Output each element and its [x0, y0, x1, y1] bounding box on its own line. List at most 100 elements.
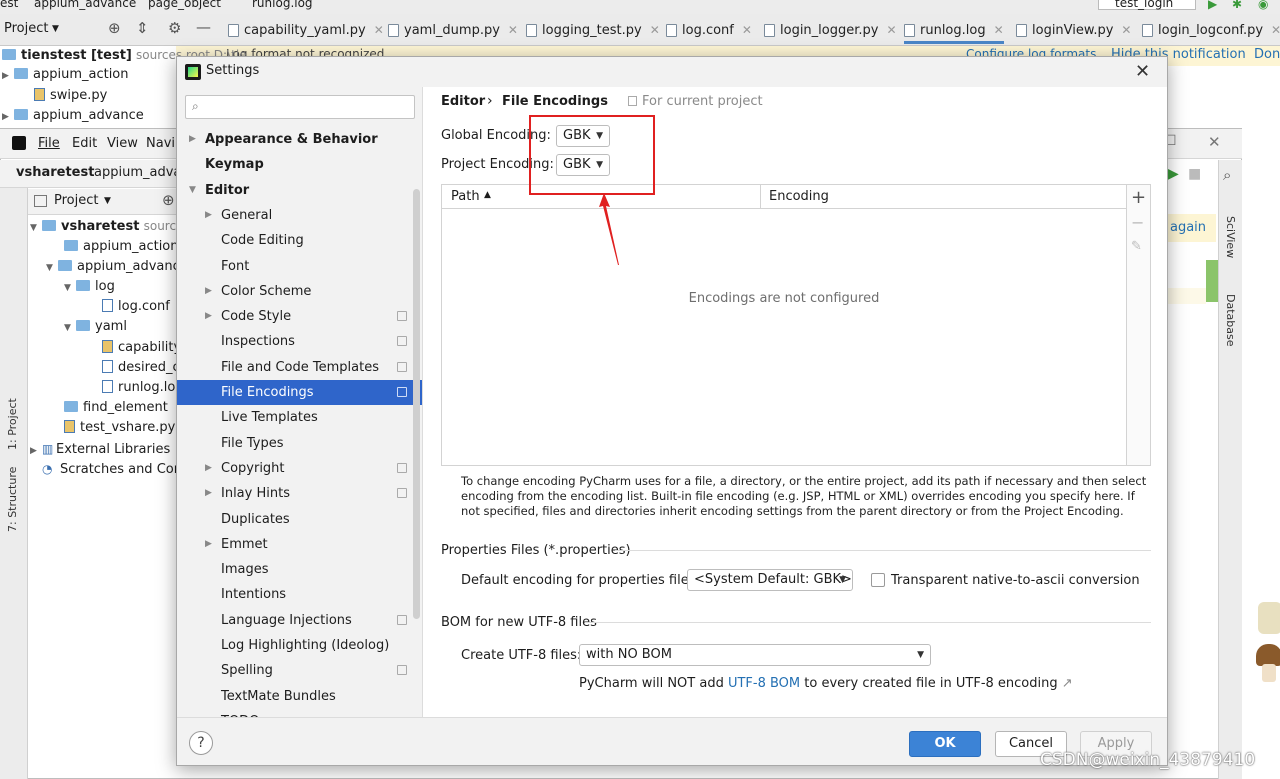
tree-item[interactable]: ▼ log — [64, 277, 115, 297]
create-utf8-select[interactable]: with NO BOM ▼ — [579, 644, 931, 666]
utf8-bom-link[interactable]: UTF-8 BOM — [728, 676, 800, 691]
sort-ascending-icon[interactable]: ▲ — [484, 190, 491, 200]
nav-item-duplicates[interactable]: Duplicates — [177, 507, 422, 532]
close-icon[interactable]: ✕ — [374, 23, 384, 37]
expand-icon[interactable]: ▶ — [205, 481, 212, 506]
coverage-icon[interactable]: ◉ — [1258, 0, 1268, 11]
nav-item-code-style[interactable]: ▶ Code Style — [177, 304, 422, 329]
path-column-header[interactable]: Path — [451, 189, 480, 204]
nav-item-copyright[interactable]: ▶ Copyright — [177, 456, 422, 481]
expand-icon[interactable]: ▶ — [189, 127, 196, 152]
close-icon[interactable]: ✕ — [650, 23, 660, 37]
crumb-0[interactable]: est — [0, 0, 18, 10]
close-icon[interactable]: ✕ — [742, 23, 752, 37]
remove-icon[interactable]: − — [1131, 213, 1144, 232]
search-field[interactable] — [206, 98, 406, 116]
nav-item-inlay-hints[interactable]: ▶ Inlay Hints — [177, 481, 422, 506]
tab-loginview[interactable]: loginView.py ✕ — [1016, 16, 1131, 44]
transparent-conversion-label[interactable]: Transparent native-to-ascii conversion — [891, 573, 1140, 588]
collapse-icon[interactable]: ⇕ — [136, 19, 149, 37]
ok-button[interactable]: OK — [909, 731, 981, 757]
nav-item-file-and-code-templates[interactable]: File and Code Templates — [177, 355, 422, 380]
tree-item[interactable]: ▼ appium_advanc — [46, 257, 180, 277]
tree-item[interactable]: find_element — [64, 398, 168, 418]
nav-item-intentions[interactable]: Intentions — [177, 582, 422, 607]
nav-item-textmate-bundles[interactable]: TextMate Bundles — [177, 684, 422, 709]
collapse-icon[interactable]: ▼ — [64, 318, 76, 338]
nav-item-file-types[interactable]: File Types — [177, 431, 422, 456]
project-tool-tab[interactable]: 1: Project — [6, 398, 19, 450]
breadcrumb-parent[interactable]: Editor — [441, 94, 485, 109]
debug-icon[interactable]: ✱ — [1232, 0, 1242, 11]
tree-item[interactable]: appium_action — [64, 237, 179, 257]
nav-item-editor[interactable]: ▼ Editor — [177, 178, 422, 203]
hide-icon[interactable]: — — [196, 18, 211, 36]
stop-icon[interactable]: ■ — [1188, 166, 1201, 182]
project-view-selector[interactable]: Project — [54, 193, 98, 208]
nav-item-code-editing[interactable]: Code Editing — [177, 228, 422, 253]
tree-item[interactable]: ▶ ▥ External Libraries — [30, 439, 170, 459]
edit-icon[interactable]: ✎ — [1131, 239, 1142, 254]
expand-icon[interactable]: ▶ — [205, 304, 212, 329]
project-view-selector[interactable]: Project — [4, 21, 48, 36]
menu-file[interactable]: File — [38, 136, 60, 151]
close-icon[interactable]: ✕ — [1271, 23, 1280, 37]
nav-item-images[interactable]: Images — [177, 557, 422, 582]
crumb[interactable]: vsharetest — [16, 165, 94, 180]
tree-item[interactable]: capability — [102, 338, 181, 358]
tree-item[interactable]: ▼ vsharetest sources — [30, 216, 190, 236]
tree-item[interactable]: desired_c — [102, 358, 180, 378]
help-button[interactable]: ? — [189, 731, 213, 755]
gear-icon[interactable]: ⚙ — [168, 19, 181, 37]
settings-search-input[interactable]: ⌕ — [185, 95, 415, 119]
transparent-conversion-checkbox[interactable] — [871, 573, 885, 587]
nav-scrollbar[interactable] — [413, 189, 420, 619]
run-icon[interactable]: ▶ — [1208, 0, 1217, 11]
collapse-icon[interactable]: ▼ — [64, 278, 76, 298]
run-icon[interactable]: ▶ — [1168, 166, 1179, 182]
nav-item-appearance-behavior[interactable]: ▶ Appearance & Behavior — [177, 127, 422, 152]
tab-login-logger[interactable]: login_logger.py ✕ — [764, 16, 897, 44]
close-icon[interactable]: ✕ — [1208, 133, 1221, 151]
collapse-icon[interactable]: ▼ — [30, 218, 42, 238]
tree-item[interactable]: ▶ appium_advance — [2, 106, 144, 126]
tab-capability-yaml[interactable]: capability_yaml.py ✕ — [228, 16, 384, 44]
close-icon[interactable]: ✕ — [886, 23, 896, 37]
menu-edit[interactable]: Edit — [72, 136, 97, 151]
collapse-icon[interactable]: ▼ — [189, 178, 196, 203]
close-icon[interactable]: ✕ — [994, 23, 1004, 37]
menu-navigate[interactable]: Navi — [146, 136, 175, 151]
sciview-tool-tab[interactable]: SciView — [1224, 216, 1237, 258]
nav-item-file-encodings[interactable]: File Encodings — [177, 380, 422, 405]
tree-item[interactable]: ▼ yaml — [64, 317, 127, 337]
expand-icon[interactable]: ▶ — [205, 279, 212, 304]
dont-show-link[interactable]: Don't — [1254, 47, 1280, 62]
expand-icon[interactable]: ▶ — [205, 456, 212, 481]
nav-item-language-injections[interactable]: Language Injections — [177, 608, 422, 633]
tree-item[interactable]: swipe.py — [34, 86, 107, 106]
menu-view[interactable]: View — [107, 136, 138, 151]
column-divider[interactable] — [760, 185, 761, 209]
nav-item-font[interactable]: Font — [177, 254, 422, 279]
close-icon[interactable]: ✕ — [1121, 23, 1131, 37]
nav-item-todo[interactable]: TODO — [177, 709, 422, 717]
collapse-icon[interactable]: ▼ — [46, 258, 58, 278]
again-link[interactable]: again — [1170, 220, 1206, 235]
nav-item-log-highlighting-ideolog[interactable]: Log Highlighting (Ideolog) — [177, 633, 422, 658]
close-icon[interactable]: ✕ — [508, 23, 518, 37]
structure-tool-tab[interactable]: 7: Structure — [6, 467, 19, 532]
expand-icon[interactable]: ▶ — [205, 532, 212, 557]
properties-encoding-select[interactable]: <System Default: GBK> ▼ — [687, 569, 853, 591]
nav-item-color-scheme[interactable]: ▶ Color Scheme — [177, 279, 422, 304]
add-icon[interactable]: + — [1131, 187, 1146, 208]
crumb-3[interactable]: runlog.log — [252, 0, 313, 10]
locate-icon[interactable]: ⊕ — [162, 191, 175, 209]
chevron-down-icon[interactable]: ▼ — [104, 196, 111, 206]
nav-item-inspections[interactable]: Inspections — [177, 329, 422, 354]
tree-item[interactable]: runlog.log — [102, 378, 184, 398]
tab-yaml-dump[interactable]: yaml_dump.py ✕ — [388, 16, 518, 44]
nav-item-general[interactable]: ▶ General — [177, 203, 422, 228]
expand-icon[interactable]: ▶ — [30, 441, 42, 461]
nav-item-spelling[interactable]: Spelling — [177, 658, 422, 683]
chevron-down-icon[interactable]: ▼ — [52, 24, 59, 34]
